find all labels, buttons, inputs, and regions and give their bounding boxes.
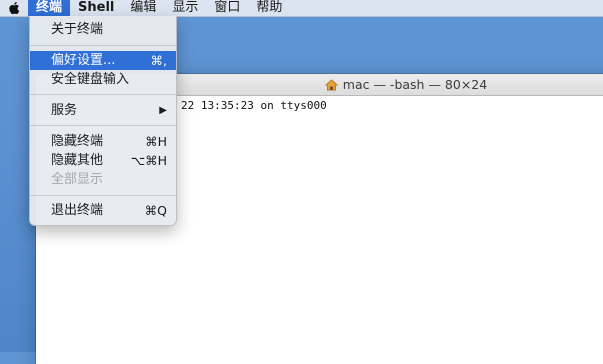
menu-item-shortcut: ⌘,	[150, 53, 167, 68]
apple-logo-icon[interactable]	[0, 0, 28, 16]
window-title: mac — -bash — 80×24	[342, 77, 488, 92]
menu-item-secure-keyboard[interactable]: 安全键盘输入	[30, 70, 176, 89]
desktop: { "menubar": { "apple_icon": "apple-logo…	[0, 0, 603, 364]
menu-item-show-all: 全部显示	[30, 170, 176, 189]
terminal-app-menu: 关于终端 偏好设置... ⌘, 安全键盘输入 服务 ▶ 隐藏终端 ⌘H 隐藏其他…	[29, 16, 177, 226]
menubar-window[interactable]: 窗口	[206, 0, 248, 16]
menu-item-label: 偏好设置...	[51, 53, 116, 68]
menu-item-label: 安全键盘输入	[51, 72, 130, 87]
menu-item-about[interactable]: 关于终端	[30, 20, 176, 39]
menu-separator	[30, 125, 176, 126]
menubar-terminal[interactable]: 终端	[28, 0, 71, 16]
menubar-view[interactable]: 显示	[164, 0, 206, 16]
menu-item-preferences[interactable]: 偏好设置... ⌘,	[30, 51, 176, 70]
menu-item-hide-others[interactable]: 隐藏其他 ⌥⌘H	[30, 151, 176, 170]
menu-item-label: 隐藏终端	[51, 134, 104, 149]
menu-separator	[30, 195, 176, 196]
menu-bar: 终端 Shell 编辑 显示 窗口 帮助	[0, 0, 603, 17]
home-icon	[324, 78, 338, 91]
menu-item-shortcut: ⌘Q	[144, 203, 167, 218]
menu-item-shortcut: ⌥⌘H	[130, 153, 167, 168]
menu-item-shortcut: ⌘H	[145, 134, 167, 149]
menu-separator	[30, 94, 176, 95]
menubar-help[interactable]: 帮助	[248, 0, 290, 16]
last-login-line: 22 13:35:23 on ttys000	[181, 99, 327, 112]
menu-item-label: 隐藏其他	[51, 153, 104, 168]
menu-item-label: 全部显示	[51, 172, 104, 187]
menu-item-label: 服务	[51, 103, 78, 118]
menu-item-quit[interactable]: 退出终端 ⌘Q	[30, 201, 176, 220]
menu-item-hide-terminal[interactable]: 隐藏终端 ⌘H	[30, 132, 176, 151]
menu-item-label: 退出终端	[51, 203, 104, 218]
menubar-shell[interactable]: Shell	[70, 0, 122, 16]
menu-separator	[30, 45, 176, 46]
menu-item-label: 关于终端	[51, 22, 104, 37]
menubar-edit[interactable]: 编辑	[122, 0, 164, 16]
chevron-right-icon: ▶	[159, 105, 167, 116]
menu-item-services[interactable]: 服务 ▶	[30, 101, 176, 120]
